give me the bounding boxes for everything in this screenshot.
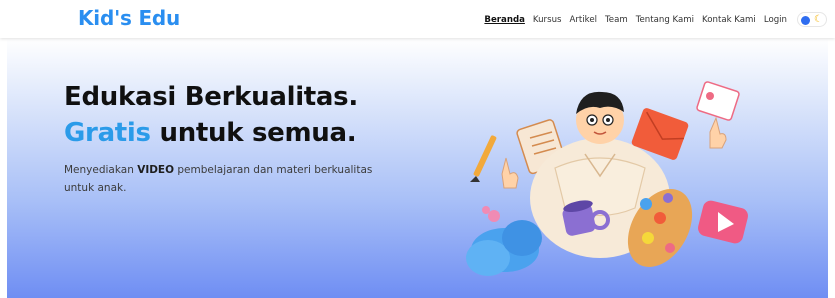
hero-illustration bbox=[466, 81, 748, 276]
nav-link-login[interactable]: Login bbox=[764, 15, 787, 25]
headline-accent: Gratis bbox=[64, 118, 151, 148]
nav-link-kontak-kami[interactable]: Kontak Kami bbox=[702, 15, 756, 25]
moon-icon: ☾ bbox=[814, 14, 823, 25]
pencil-icon bbox=[470, 135, 497, 182]
headline-line-2: Gratis untuk semua. bbox=[64, 115, 358, 151]
headline-line-1: Edukasi Berkualitas. bbox=[64, 82, 358, 112]
subtext-prefix: Menyediakan bbox=[64, 164, 138, 176]
headline-rest: untuk semua. bbox=[150, 118, 357, 148]
subtext-bold: VIDEO bbox=[137, 164, 175, 176]
nav-link-artikel[interactable]: Artikel bbox=[570, 15, 598, 25]
flower-icon bbox=[482, 206, 500, 222]
brand-logo[interactable]: Kid's Edu bbox=[78, 6, 180, 30]
cloud-icon bbox=[466, 220, 542, 276]
navbar: Kid's Edu Beranda Kursus Artikel Team Te… bbox=[0, 0, 835, 38]
play-button-icon bbox=[698, 200, 748, 244]
picture-card-icon bbox=[696, 81, 740, 121]
theme-toggle[interactable]: ☾ bbox=[797, 12, 827, 27]
nav-link-beranda[interactable]: Beranda bbox=[484, 15, 525, 25]
nav-link-kursus[interactable]: Kursus bbox=[533, 15, 562, 25]
nav-link-tentang-kami[interactable]: Tentang Kami bbox=[636, 15, 694, 25]
nav-link-team[interactable]: Team bbox=[605, 15, 628, 25]
nav-menu: Beranda Kursus Artikel Team Tentang Kami… bbox=[484, 15, 787, 25]
toggle-knob bbox=[801, 16, 810, 25]
hero-subtext: Menyediakan VIDEO pembelajaran dan mater… bbox=[64, 161, 394, 197]
hero-headline: Edukasi Berkualitas. Gratis untuk semua. bbox=[64, 79, 358, 151]
